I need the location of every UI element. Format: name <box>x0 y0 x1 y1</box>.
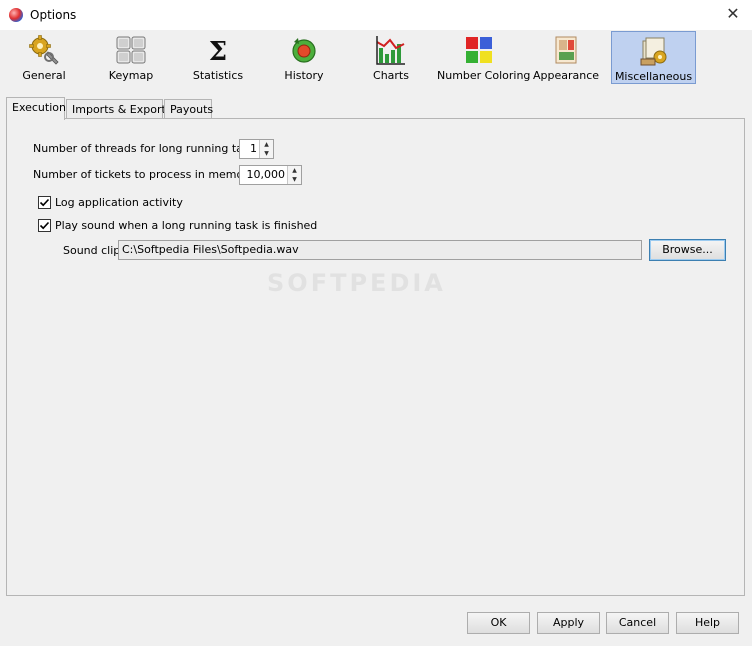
sound-clip-label: Sound clip: <box>63 244 124 257</box>
help-button[interactable]: Help <box>676 612 739 634</box>
options-toolbar: General Keymap Σ Statistics History Char… <box>0 30 752 86</box>
log-activity-checkbox[interactable] <box>38 196 51 209</box>
title-bar: Options ✕ <box>0 0 752 30</box>
apply-button[interactable]: Apply <box>537 612 600 634</box>
app-icon <box>9 8 23 22</box>
toolbar-label: History <box>284 69 324 82</box>
threads-label: Number of threads for long running tasks… <box>33 142 265 155</box>
tab-payouts[interactable]: Payouts <box>164 99 213 119</box>
close-button[interactable]: ✕ <box>722 3 744 25</box>
toolbar-label: Charts <box>373 69 409 82</box>
checkmark-icon <box>39 221 50 230</box>
keyboard-icon <box>116 36 146 64</box>
toolbar-history-button[interactable]: History <box>266 31 342 84</box>
tab-execution[interactable]: Execution <box>6 97 66 120</box>
browse-button[interactable]: Browse... <box>649 239 726 261</box>
toolbar-label: Keymap <box>108 69 154 82</box>
toolbar-statistics-button[interactable]: Σ Statistics <box>180 31 256 84</box>
spin-down-icon[interactable]: ▼ <box>288 175 301 184</box>
threads-spinner[interactable]: 1 ▲ ▼ <box>239 139 274 159</box>
misc-box-icon <box>640 37 666 66</box>
execution-panel: SOFTPEDIA Number of threads for long run… <box>6 118 745 596</box>
toolbar-label: Number Coloring <box>437 69 531 82</box>
toolbar-label: Appearance <box>532 69 600 82</box>
toolbar-label: Statistics <box>192 69 244 82</box>
threads-value: 1 <box>250 142 257 155</box>
history-icon <box>292 38 316 63</box>
toolbar-charts-button[interactable]: Charts <box>353 31 429 84</box>
spin-up-icon[interactable]: ▲ <box>288 166 301 175</box>
bar-chart-icon <box>376 36 405 65</box>
toolbar-appearance-button[interactable]: Appearance <box>528 31 604 84</box>
spin-down-icon[interactable]: ▼ <box>260 149 273 158</box>
svg-text:Σ: Σ <box>209 37 227 66</box>
toolbar-general-button[interactable]: General <box>6 31 82 84</box>
sound-clip-field[interactable]: C:\Softpedia Files\Softpedia.wav <box>118 240 642 260</box>
appearance-icon <box>555 36 577 64</box>
tickets-spinner-arrows[interactable]: ▲ ▼ <box>287 166 301 184</box>
tab-imports-exports[interactable]: Imports & Exports <box>66 99 172 119</box>
spin-up-icon[interactable]: ▲ <box>260 140 273 149</box>
window-title: Options <box>30 8 77 22</box>
toolbar-label: General <box>22 69 66 82</box>
checkmark-icon <box>39 198 50 207</box>
play-sound-checkbox[interactable] <box>38 219 51 232</box>
toolbar-keymap-button[interactable]: Keymap <box>93 31 169 84</box>
watermark: SOFTPEDIA <box>267 269 446 297</box>
log-activity-label[interactable]: Log application activity <box>55 196 183 209</box>
toolbar-label: Miscellaneous <box>614 70 693 83</box>
tickets-value: 10,000 <box>246 168 286 181</box>
sigma-icon: Σ <box>209 37 227 66</box>
toolbar-miscellaneous-button[interactable]: Miscellaneous <box>611 31 696 84</box>
color-squares-icon <box>466 37 492 63</box>
toolbar-number-coloring-button[interactable]: Number Coloring <box>437 31 531 84</box>
tickets-spinner[interactable]: 10,000 ▲ ▼ <box>239 165 302 185</box>
tickets-label: Number of tickets to process in memory: <box>33 168 258 181</box>
gears-icon <box>29 35 59 65</box>
ok-button[interactable]: OK <box>467 612 530 634</box>
play-sound-label[interactable]: Play sound when a long running task is f… <box>55 219 317 232</box>
threads-spinner-arrows[interactable]: ▲ ▼ <box>259 140 273 158</box>
cancel-button[interactable]: Cancel <box>606 612 669 634</box>
